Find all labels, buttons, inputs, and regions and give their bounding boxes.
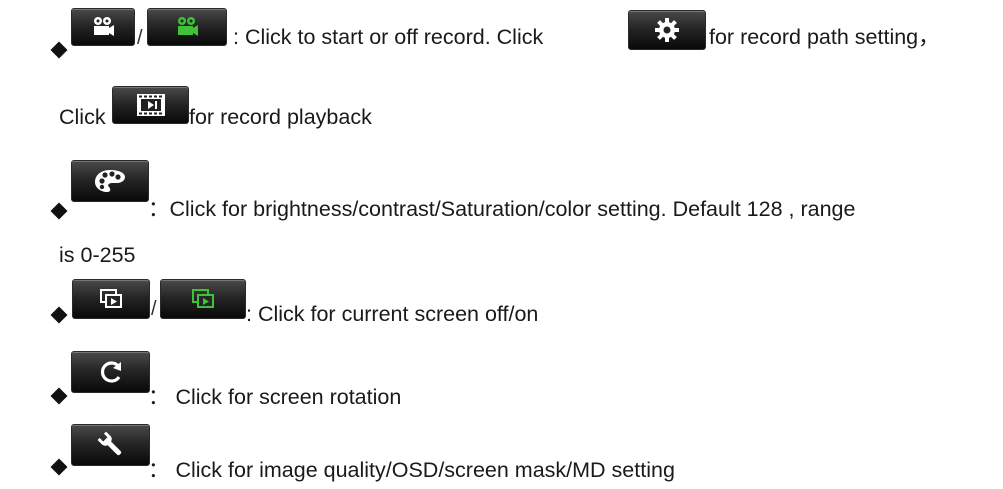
item-text: ：Click for brightness/contrast/Saturatio…: [148, 197, 856, 221]
separator: /: [137, 27, 143, 49]
image-settings-button[interactable]: [71, 424, 150, 466]
wrench-icon: [97, 431, 121, 456]
video-camera-icon: [94, 17, 114, 36]
item-text: Click: [59, 105, 106, 129]
item-text: for record playback: [189, 105, 372, 129]
item-text: : Click to start or off record. Click: [233, 25, 544, 49]
screen-on-button[interactable]: [160, 279, 246, 319]
separator: /: [151, 298, 157, 320]
gear-icon: [655, 18, 679, 42]
record-playback-button[interactable]: [112, 86, 189, 124]
screen-rotation-button[interactable]: [71, 351, 150, 393]
screen-off-button[interactable]: [72, 279, 150, 319]
color-setting-button[interactable]: [71, 160, 149, 202]
record-off-button[interactable]: [71, 8, 135, 46]
film-playback-icon: [136, 94, 165, 116]
screen-display-green-icon: [192, 289, 214, 308]
video-camera-green-icon: [178, 17, 198, 36]
screen-display-icon: [100, 289, 122, 308]
item-text: ： Click for image quality/OSD/screen mas…: [148, 458, 675, 482]
item-text: : Click for current screen off/on: [246, 302, 539, 326]
bullet: [50, 41, 68, 59]
rotate-icon: [100, 361, 121, 383]
record-path-setting-button[interactable]: [628, 10, 706, 50]
item-text: for record path setting，: [709, 25, 940, 49]
bullet: [50, 387, 68, 405]
bullet: [50, 202, 68, 220]
palette-icon: [95, 170, 125, 192]
bullet: [50, 306, 68, 324]
record-on-button[interactable]: [147, 8, 227, 46]
item-text: is 0-255: [59, 243, 136, 267]
item-text: ： Click for screen rotation: [148, 385, 402, 409]
bullet: [50, 458, 68, 476]
